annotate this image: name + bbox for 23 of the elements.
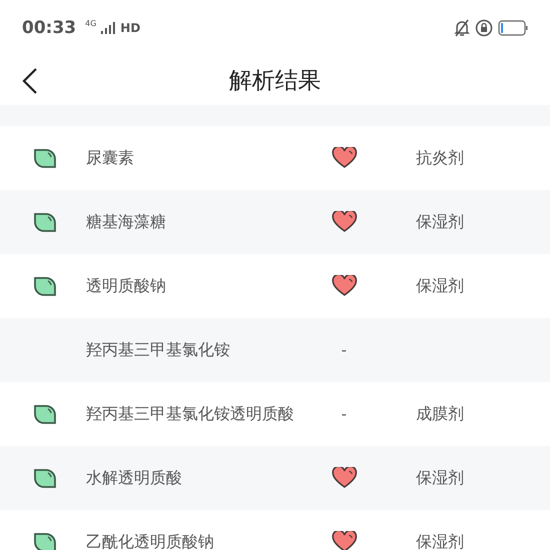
ingredient-name: 水解透明质酸	[86, 468, 183, 488]
function-label: 保湿剂	[416, 532, 464, 550]
rating-text: -	[341, 341, 347, 359]
ingredient-name: 尿囊素	[86, 148, 135, 168]
ingredient-name: 透明质酸钠	[86, 276, 167, 296]
function-label: 抗炎剂	[416, 148, 464, 166]
ingredient-name: 乙酰化透明质酸钠	[86, 532, 215, 550]
page-title: 解析结果	[229, 66, 321, 96]
mute-bell-icon	[454, 18, 470, 36]
ingredient-name: 糖基海藻糖	[86, 212, 167, 232]
ingredient-name: 羟丙基三甲基氯化铵透明质酸	[86, 404, 295, 424]
ingredient-name: 羟丙基三甲基氯化铵	[86, 340, 231, 360]
function-label: 保湿剂	[416, 468, 464, 486]
signal-icon	[101, 22, 116, 34]
rating-text: -	[341, 405, 347, 423]
function-label: 保湿剂	[416, 276, 464, 294]
status-time: 00:33	[22, 18, 76, 38]
network-label: 4G	[85, 19, 96, 28]
hd-label: HD	[120, 20, 140, 34]
battery-icon	[498, 20, 528, 36]
rotation-lock-icon	[475, 18, 493, 36]
function-label: 保湿剂	[416, 212, 464, 230]
function-label: 成膜剂	[416, 404, 464, 422]
